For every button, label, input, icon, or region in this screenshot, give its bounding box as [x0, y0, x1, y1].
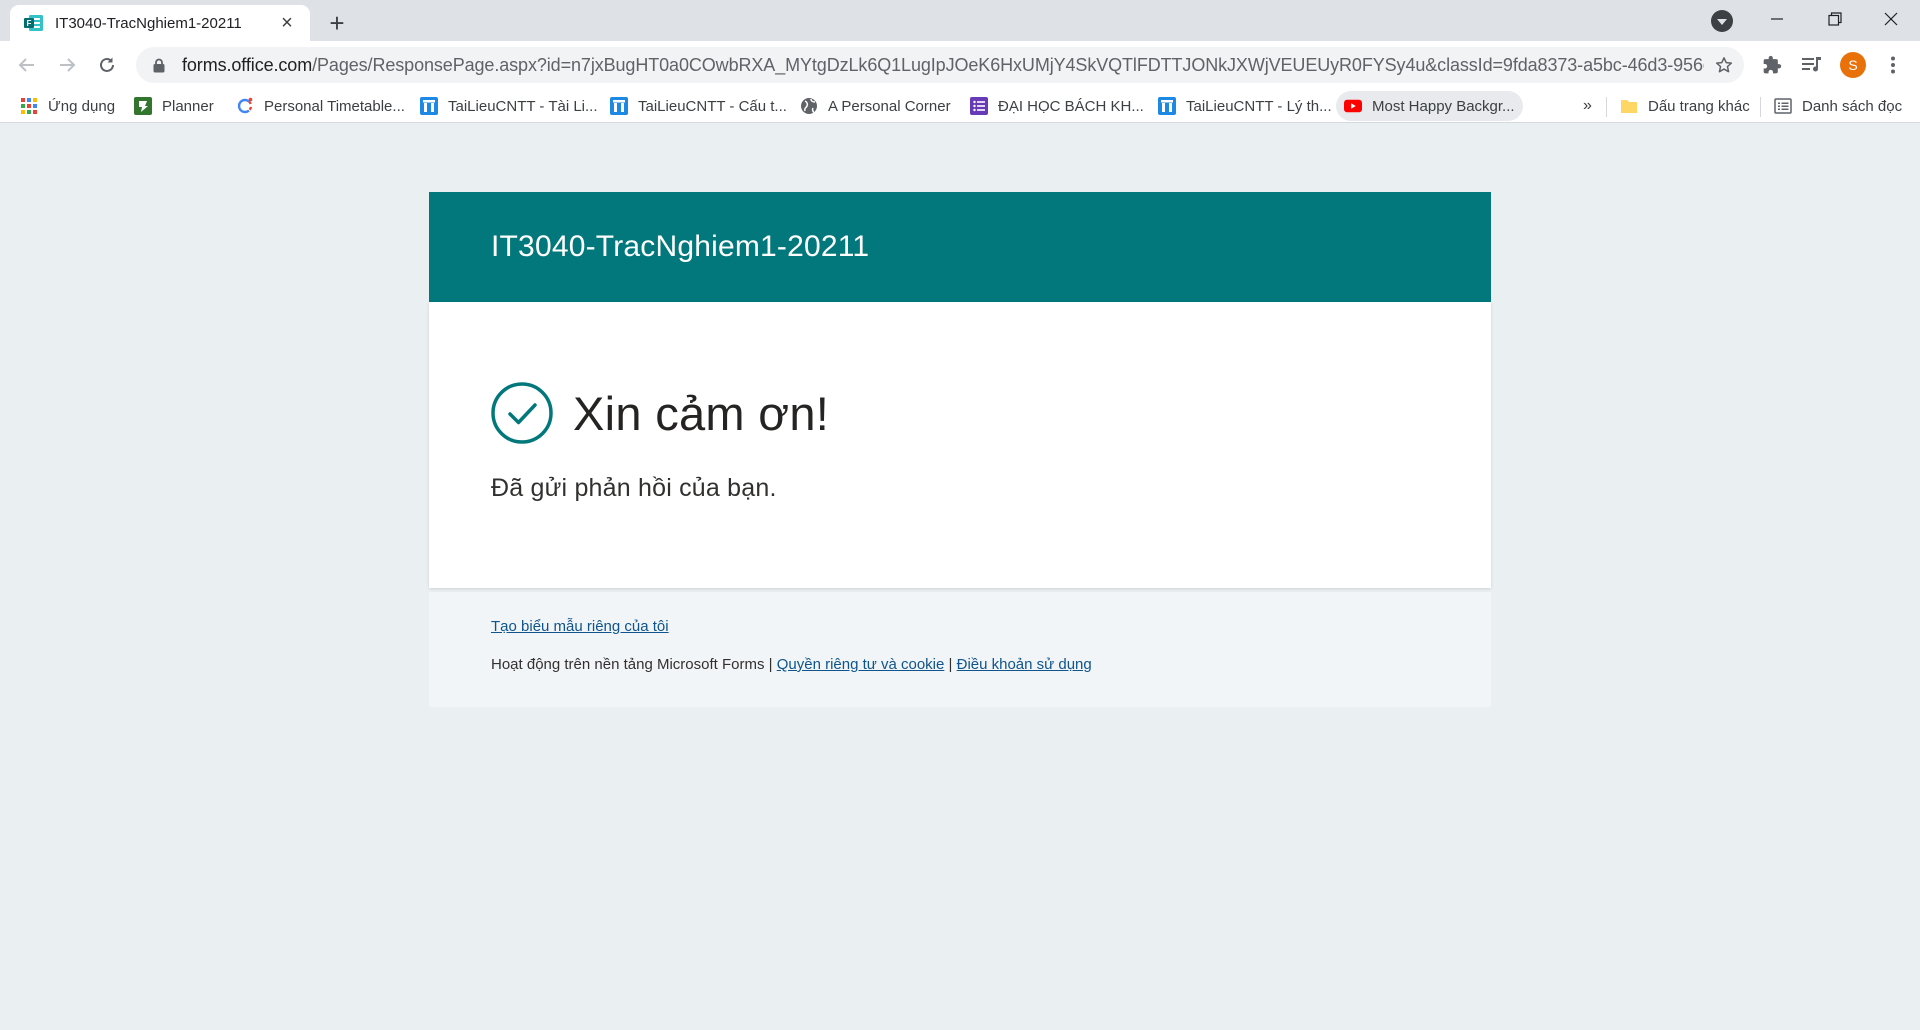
powered-by-text: Hoạt động trên nền tảng Microsoft Forms — [491, 656, 765, 673]
timetable-icon — [236, 97, 254, 115]
forms-favicon-icon: F — [24, 15, 43, 31]
bookmarks-divider — [1760, 97, 1761, 117]
apps-grid-icon — [20, 97, 38, 115]
bookmark-label: Personal Timetable... — [264, 97, 405, 115]
tab-title: IT3040-TracNghiem1-20211 — [55, 14, 242, 32]
url-host: forms.office.com — [182, 54, 313, 75]
bookmark-apps[interactable]: Ứng dụng — [12, 91, 123, 121]
profile-avatar-button[interactable]: S — [1836, 48, 1870, 82]
bookmarks-overflow-button[interactable]: » — [1575, 91, 1600, 121]
bookmark-tailieucntt-3[interactable]: TaiLieuCNTT - Lý th... — [1150, 91, 1340, 121]
globe-icon — [800, 97, 818, 115]
reading-list-icon — [1774, 97, 1792, 115]
bookmark-label: TaiLieuCNTT - Tài Li... — [448, 97, 598, 115]
tailieucntt-icon — [610, 97, 628, 115]
bookmark-label: TaiLieuCNTT - Lý th... — [1186, 97, 1332, 115]
bookmark-dai-hoc-bach-khoa[interactable]: ĐẠI HỌC BÁCH KH... — [962, 91, 1152, 121]
tailieucntt-icon — [420, 97, 438, 115]
svg-text:F: F — [27, 19, 32, 28]
bookmark-label: Danh sách đọc — [1802, 97, 1903, 115]
extensions-puzzle-icon[interactable] — [1755, 48, 1789, 82]
tab-strip: F IT3040-TracNghiem1-20211 × + — [0, 0, 1920, 41]
new-tab-button[interactable]: + — [322, 8, 352, 38]
terms-of-use-link[interactable]: Điều khoản sử dụng — [957, 656, 1092, 673]
browser-toolbar: forms.office.com/Pages/ResponsePage.aspx… — [0, 41, 1920, 89]
minimize-window-icon[interactable] — [1748, 0, 1806, 38]
bookmark-label: Dấu trang khác — [1648, 97, 1750, 115]
bookmark-label: Most Happy Backgr... — [1372, 97, 1515, 115]
bookmark-label: TaiLieuCNTT - Cấu t... — [638, 97, 787, 115]
close-window-icon[interactable] — [1862, 0, 1920, 38]
bookmark-label: ĐẠI HỌC BÁCH KH... — [998, 97, 1144, 115]
bookmarks-bar: Ứng dụng Planner Personal Timetable... T… — [0, 89, 1920, 123]
bookmark-personal-corner[interactable]: A Personal Corner — [792, 91, 959, 121]
bookmark-label: Planner — [162, 97, 214, 115]
tailieucntt-icon — [1158, 97, 1176, 115]
avatar: S — [1840, 52, 1866, 78]
back-button[interactable] — [10, 48, 44, 82]
url-text[interactable]: forms.office.com/Pages/ResponsePage.aspx… — [182, 55, 1704, 76]
bookmark-label: Ứng dụng — [48, 97, 116, 115]
check-circle-icon — [491, 382, 553, 444]
youtube-icon — [1344, 97, 1362, 115]
footer-separator: | — [768, 656, 773, 673]
form-header: IT3040-TracNghiem1-20211 — [429, 192, 1491, 302]
submitted-message: Đã gửi phản hồi của bạn. — [491, 474, 777, 502]
reading-list-button[interactable]: Danh sách đọc — [1766, 91, 1910, 121]
form-footer: Tạo biểu mẫu riêng của tôi Hoạt động trê… — [429, 592, 1491, 707]
tab-close-icon[interactable]: × — [276, 12, 298, 34]
bookmarks-divider — [1606, 97, 1607, 117]
bookmark-most-happy-background[interactable]: Most Happy Backgr... — [1336, 91, 1523, 121]
restore-window-icon[interactable] — [1806, 0, 1864, 38]
footer-separator: | — [948, 656, 953, 673]
forms-list-icon — [970, 97, 988, 115]
forward-button[interactable] — [50, 48, 84, 82]
bookmark-star-icon[interactable] — [1704, 47, 1744, 83]
address-bar[interactable]: forms.office.com/Pages/ResponsePage.aspx… — [136, 47, 1744, 83]
browser-tab[interactable]: F IT3040-TracNghiem1-20211 × — [10, 5, 310, 41]
url-path: /Pages/ResponsePage.aspx?id=n7jxBugHT0a0… — [312, 54, 1704, 75]
reload-button[interactable] — [90, 48, 124, 82]
create-own-form-link[interactable]: Tạo biểu mẫu riêng của tôi — [491, 618, 669, 635]
thanks-heading: Xin cảm ơn! — [573, 386, 830, 440]
thanks-row: Xin cảm ơn! — [491, 382, 829, 444]
confirmation-card: Xin cảm ơn! Đã gửi phản hồi của bạn. — [429, 302, 1491, 588]
bookmark-tailieucntt-1[interactable]: TaiLieuCNTT - Tài Li... — [412, 91, 606, 121]
folder-icon — [1620, 97, 1638, 115]
bookmark-planner[interactable]: Planner — [126, 91, 222, 121]
planner-icon — [134, 97, 152, 115]
form-title: IT3040-TracNghiem1-20211 — [491, 230, 870, 263]
tab-search-icon[interactable] — [1711, 10, 1733, 32]
footer-legal-line: Hoạt động trên nền tảng Microsoft Forms … — [491, 656, 1092, 673]
bookmark-personal-timetable[interactable]: Personal Timetable... — [228, 91, 413, 121]
bookmark-label: A Personal Corner — [828, 97, 951, 115]
privacy-cookie-link[interactable]: Quyền riêng tư và cookie — [777, 656, 945, 673]
browser-menu-icon[interactable] — [1876, 48, 1910, 82]
bookmark-tailieucntt-2[interactable]: TaiLieuCNTT - Cấu t... — [602, 91, 795, 121]
lock-icon[interactable] — [150, 56, 168, 74]
media-queue-icon[interactable] — [1795, 48, 1829, 82]
other-bookmarks-folder[interactable]: Dấu trang khác — [1612, 91, 1758, 121]
